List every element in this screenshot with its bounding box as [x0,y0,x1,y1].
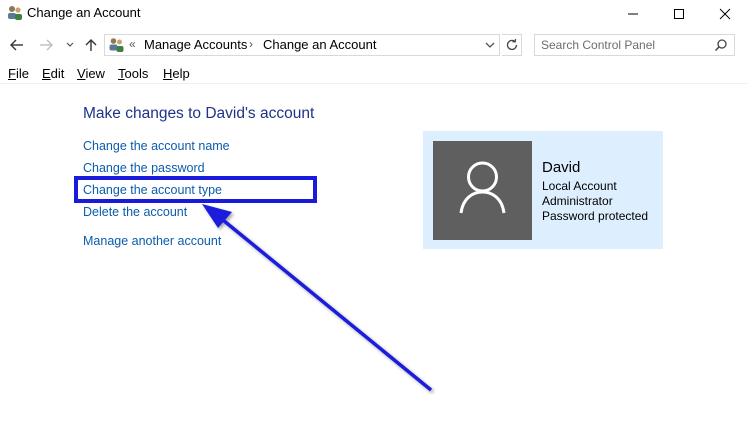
menu-file[interactable]: File [8,66,29,81]
link-delete-account[interactable]: Delete the account [83,205,187,219]
breadcrumb-separator[interactable]: › [249,37,253,51]
close-icon [719,8,731,20]
search-input[interactable] [541,37,711,53]
back-arrow-icon [10,39,23,51]
refresh-icon [506,38,517,51]
close-button[interactable] [702,0,748,28]
arrow-shaft [216,214,433,392]
account-password-status: Password protected [542,209,649,223]
user-avatar-icon [459,161,506,214]
page-title: Make changes to David's account [83,105,315,122]
address-bar[interactable]: « Manage Accounts › Change an Account [104,34,500,56]
arrow-head [202,204,232,228]
maximize-button[interactable] [656,0,702,28]
breadcrumb-change-an-account[interactable]: Change an Account [263,37,376,52]
users-icon [8,6,22,20]
link-manage-another-account[interactable]: Manage another account [83,234,221,248]
menu-tools[interactable]: Tools [118,66,148,81]
menu-help[interactable]: Help [163,66,190,81]
menu-edit[interactable]: Edit [42,66,64,81]
account-role-label: Administrator [542,194,613,208]
avatar [433,141,532,240]
control-panel-icon [109,38,124,52]
up-button[interactable] [82,36,100,54]
account-type-label: Local Account [542,179,617,193]
search-icon[interactable] [714,38,728,52]
search-box[interactable] [534,34,735,56]
title-bar: Change an Account [0,0,748,28]
menu-view[interactable]: View [77,66,105,81]
address-dropdown-icon[interactable] [483,38,497,52]
window-title: Change an Account [27,5,141,20]
back-button[interactable] [8,36,26,54]
account-name: David [542,159,581,176]
up-arrow-icon [85,39,97,51]
chevron-down-icon [66,42,74,47]
maximize-icon [674,9,684,19]
navigation-bar: « Manage Accounts › Change an Account [0,28,748,62]
forward-button[interactable] [37,36,55,54]
recent-locations-button[interactable] [64,36,76,54]
overflow-crumb[interactable]: « [129,37,136,51]
minimize-icon [628,13,638,15]
minimize-button[interactable] [610,0,656,28]
forward-arrow-icon [40,39,53,51]
link-change-password[interactable]: Change the password [83,161,205,175]
annotation-highlight-box [74,176,317,203]
refresh-button[interactable] [502,34,522,56]
menu-bar: File Edit View Tools Help [0,62,748,84]
account-card: David Local Account Administrator Passwo… [423,131,663,249]
link-change-account-name[interactable]: Change the account name [83,139,230,153]
breadcrumb-manage-accounts[interactable]: Manage Accounts [144,37,247,52]
